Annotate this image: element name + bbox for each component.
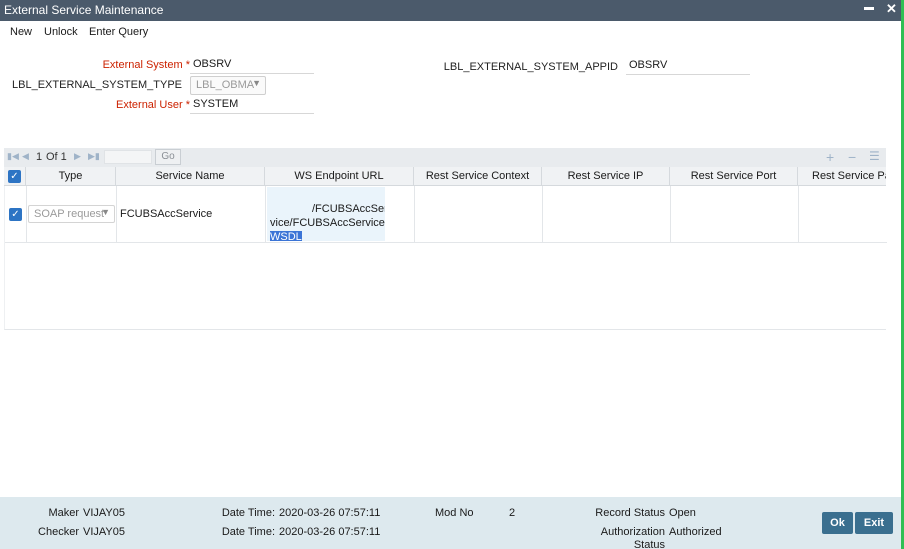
- maker-label: Maker: [48, 507, 79, 519]
- page-input[interactable]: [104, 150, 152, 164]
- url-line-3-selected: WSDL: [270, 231, 302, 241]
- close-icon[interactable]: ✕: [886, 1, 897, 17]
- last-page-icon[interactable]: ▶▮: [88, 151, 100, 162]
- row-select-cell: ✓: [5, 186, 27, 243]
- url-line-2: vice/FCUBSAccService?: [270, 217, 385, 229]
- row-checkbox[interactable]: ✓: [9, 208, 22, 221]
- authorization-status-label-2: Status: [633, 539, 665, 549]
- ok-button[interactable]: Ok: [822, 512, 853, 534]
- rest-port-cell[interactable]: [671, 186, 799, 243]
- record-status-value: Open: [669, 507, 696, 519]
- system-type-select[interactable]: LBL_OBMA ▼: [190, 76, 266, 95]
- external-system-label: External System *: [60, 59, 190, 71]
- external-user-label-text: External User: [116, 99, 183, 111]
- rest-ip-cell[interactable]: [543, 186, 671, 243]
- system-type-label: LBL_EXTERNAL_SYSTEM_TYPE: [12, 79, 182, 91]
- grid-toolbar: ▮◀ ◀ 1 Of 1 ▶ ▶▮ Go + − ☰: [4, 148, 886, 167]
- system-type-value: LBL_OBMA: [196, 79, 255, 91]
- grid-body: ✓ SOAP request ▼ FCUBSAccService /FCUBSA…: [4, 186, 887, 330]
- service-name-value[interactable]: FCUBSAccService: [120, 208, 212, 220]
- select-all-checkbox[interactable]: ✓: [8, 170, 21, 183]
- col-rest-service-ip[interactable]: Rest Service IP: [542, 167, 670, 186]
- type-select-value: SOAP request: [34, 208, 105, 220]
- menu-enter-query[interactable]: Enter Query: [89, 26, 148, 38]
- maker-datetime-value: 2020-03-26 07:57:11: [279, 507, 381, 519]
- delete-row-icon[interactable]: −: [848, 149, 856, 165]
- select-all-cell: ✓: [4, 167, 26, 186]
- title-bar: External Service Maintenance ▬ ✕: [0, 0, 904, 21]
- type-select[interactable]: SOAP request ▼: [28, 205, 115, 223]
- go-button[interactable]: Go: [155, 149, 181, 165]
- checker-datetime-value: 2020-03-26 07:57:11: [279, 526, 381, 538]
- mod-no-label: Mod No: [435, 507, 474, 519]
- rest-path-cell[interactable]: [799, 186, 887, 243]
- minimize-icon[interactable]: ▬: [864, 2, 874, 13]
- external-user-field[interactable]: SYSTEM: [190, 97, 314, 114]
- external-system-label-text: External System: [102, 59, 183, 71]
- chevron-down-icon: ▼: [101, 207, 110, 217]
- checker-label: Checker: [38, 526, 79, 538]
- exit-button[interactable]: Exit: [855, 512, 893, 534]
- window-title: External Service Maintenance: [4, 3, 164, 17]
- first-page-icon[interactable]: ▮◀: [7, 151, 19, 162]
- maker-value: VIJAY05: [83, 507, 125, 519]
- col-type[interactable]: Type: [26, 167, 116, 186]
- checker-value: VIJAY05: [83, 526, 125, 538]
- col-rest-service-port[interactable]: Rest Service Port: [670, 167, 798, 186]
- mod-no-value: 2: [509, 507, 516, 519]
- col-service-name[interactable]: Service Name: [116, 167, 265, 186]
- checker-datetime-label: Date Time:: [221, 526, 275, 538]
- authorization-status-value: Authorized: [669, 526, 722, 538]
- prev-page-icon[interactable]: ◀: [22, 151, 29, 162]
- menu-unlock[interactable]: Unlock: [44, 26, 78, 38]
- grid-header: ✓ Type Service Name WS Endpoint URL Rest…: [4, 167, 886, 186]
- col-rest-service-path[interactable]: Rest Service Pat: [798, 167, 886, 186]
- page-current: 1: [36, 151, 43, 163]
- ws-endpoint-url-field[interactable]: /FCUBSAccSer vice/FCUBSAccService? WSDL: [267, 187, 385, 241]
- appid-label: LBL_EXTERNAL_SYSTEM_APPID: [443, 61, 618, 73]
- authorization-status-label: Authorization: [600, 526, 665, 538]
- record-status-label: Record Status: [595, 507, 665, 519]
- next-page-icon[interactable]: ▶: [74, 151, 81, 162]
- view-list-icon[interactable]: ☰: [869, 149, 880, 163]
- add-row-icon[interactable]: +: [826, 149, 834, 165]
- table-row[interactable]: ✓ SOAP request ▼ FCUBSAccService /FCUBSA…: [5, 186, 887, 243]
- page-of-total: Of 1: [46, 151, 67, 163]
- maker-datetime-label: Date Time:: [221, 507, 275, 519]
- chevron-down-icon: ▼: [252, 78, 261, 88]
- url-line-1: /FCUBSAccSer: [312, 203, 385, 215]
- col-rest-service-context[interactable]: Rest Service Context: [414, 167, 542, 186]
- url-redacted-part: [270, 188, 382, 202]
- menu-new[interactable]: New: [10, 26, 32, 38]
- menu-bar: New Unlock Enter Query: [0, 21, 904, 43]
- audit-footer: Maker VIJAY05 Checker VIJAY05 Date Time:…: [0, 497, 901, 549]
- appid-field[interactable]: OBSRV: [626, 58, 750, 75]
- external-system-field[interactable]: OBSRV: [190, 57, 314, 74]
- rest-context-cell[interactable]: [415, 186, 543, 243]
- col-ws-endpoint-url[interactable]: WS Endpoint URL: [265, 167, 414, 186]
- external-user-label: External User *: [60, 99, 190, 111]
